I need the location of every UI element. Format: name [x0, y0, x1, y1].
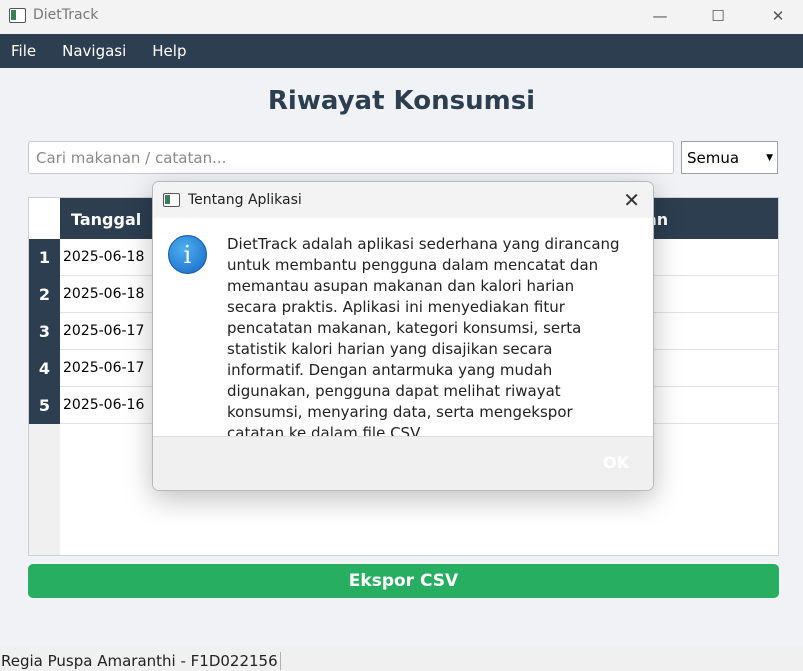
date-cell[interactable]: 2025-06-17 [63, 323, 144, 339]
date-cell[interactable]: 2025-06-17 [63, 360, 144, 376]
filter-value: Semua [687, 148, 740, 167]
dialog-titlebar: Tentang Aplikasi ✕ [153, 182, 653, 218]
category-filter-select[interactable]: Semua ▼ [681, 141, 778, 174]
app-icon [9, 8, 26, 23]
dialog-title: Tentang Aplikasi [188, 192, 302, 208]
window-titlebar: DietTrack — ☐ ✕ [0, 0, 803, 34]
column-header-tanggal[interactable]: Tanggal [71, 210, 141, 229]
date-cell[interactable]: 2025-06-18 [63, 286, 144, 302]
menubar: File Navigasi Help [0, 34, 803, 68]
menu-file[interactable]: File [11, 42, 36, 60]
date-cell[interactable]: 2025-06-18 [63, 249, 144, 265]
row-number[interactable]: 2 [29, 276, 60, 313]
search-input[interactable]: Cari makanan / catatan... [28, 141, 674, 174]
menu-help[interactable]: Help [152, 42, 186, 60]
row-number[interactable]: 4 [29, 350, 60, 387]
table-corner [29, 198, 60, 239]
dialog-message: DietTrack adalah aplikasi sederhana yang… [227, 235, 620, 442]
about-dialog: Tentang Aplikasi ✕ i DietTrack adalah ap… [152, 181, 654, 491]
dialog-footer: OK [153, 436, 653, 490]
menu-navigasi[interactable]: Navigasi [62, 42, 126, 60]
maximize-button[interactable]: ☐ [695, 0, 741, 32]
export-csv-button[interactable]: Ekspor CSV [28, 564, 779, 598]
row-number[interactable]: 1 [29, 239, 60, 276]
window-title: DietTrack [33, 7, 99, 23]
status-bar: Regia Puspa Amaranthi - F1D022156 [0, 647, 803, 671]
chevron-down-icon: ▼ [766, 153, 773, 163]
row-number[interactable]: 5 [29, 387, 60, 424]
app-icon [163, 193, 180, 207]
close-window-button[interactable]: ✕ [755, 0, 801, 32]
close-icon[interactable]: ✕ [623, 188, 640, 212]
page-title: Riwayat Konsumsi [267, 86, 536, 116]
status-text: Regia Puspa Amaranthi - F1D022156 [1, 652, 281, 670]
info-icon: i [168, 235, 207, 274]
ok-button[interactable]: OK [603, 453, 629, 472]
date-cell[interactable]: 2025-06-16 [63, 397, 144, 413]
minimize-button[interactable]: — [637, 0, 683, 32]
row-number[interactable]: 3 [29, 313, 60, 350]
